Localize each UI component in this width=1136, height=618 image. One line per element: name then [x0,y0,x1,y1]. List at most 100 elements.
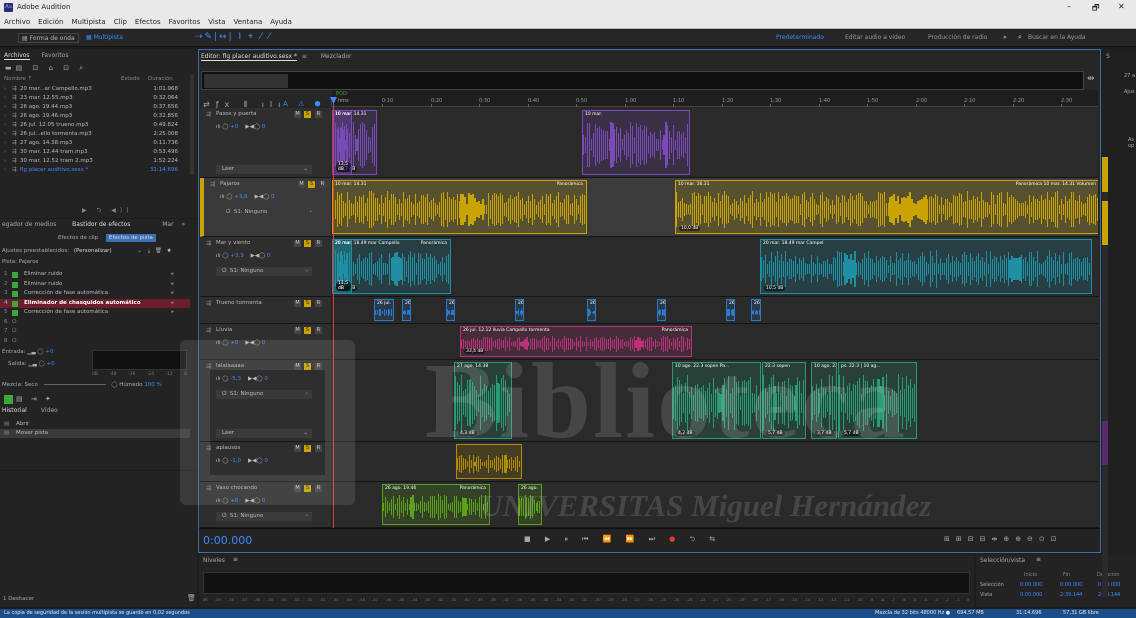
track-header[interactable]: ⇶ Vaso chocando M S Rılı ◯ +0 ▶◀◯ 0 ⏻ S1: Nin… [200,482,331,528]
track-header[interactable]: ⇶ aplausos M S Rılı ◯ -1,0 ▶◀◯ 0 [200,442,331,482]
clip-gain[interactable]: 11,5 dB [336,281,351,291]
audio-clip[interactable]: 10 mar. 14.31 13,5 dB [332,110,352,175]
track-controls[interactable]: ılı ◯ +3,3 ▶◀◯ 0 [216,253,270,259]
pan-value[interactable]: 0 [267,253,271,259]
audio-clip[interactable]: 26 jul. [374,299,394,321]
audio-clip[interactable] [456,444,522,479]
maximize-button[interactable]: 🗗 [1092,2,1100,16]
mute-button[interactable]: M [294,327,301,334]
menu-1[interactable]: Edición [38,18,63,26]
track-expand-icon[interactable]: ⇶ [206,485,211,492]
col-duration[interactable]: Duración [148,76,173,82]
volume-value[interactable]: +0 [230,498,238,504]
audio-clip[interactable]: 26 [402,299,411,321]
track-name[interactable]: lalalaaaaa [216,363,244,369]
chevron-right-icon[interactable]: ▸ [171,280,174,290]
track-lane[interactable]: 10 mar. 14.31 Panorámica 10 mar. 16.31 Pano… [332,178,1098,237]
volume-knob-icon[interactable]: ılı ◯ [216,253,229,259]
menu-6[interactable]: Vista [208,18,225,26]
track-name[interactable]: aplausos [216,445,240,451]
overview-bar[interactable] [201,71,1084,90]
track-controls[interactable]: ılı ◯ -1,0 ▶◀◯ 0 [216,458,268,464]
send-selector[interactable]: ⏻ S1: Ninguno › [216,267,312,276]
more-workspaces-button[interactable]: » [1003,34,1007,41]
solo-button[interactable]: S [304,240,311,247]
record-button[interactable]: R [319,181,326,188]
pan-value[interactable]: 0 [264,376,268,382]
files-transport[interactable]: ▶ ⮌ ◀)) [82,206,133,216]
tab-close-icon[interactable]: ≡ [302,53,307,60]
menu-7[interactable]: Ventana [234,18,263,26]
record-button[interactable]: R [315,300,322,307]
chevron-right-icon[interactable]: ▸ [171,308,174,318]
volume-knob-icon[interactable]: ılı ◯ [216,458,229,464]
track-lane[interactable]: 27 ago. 14.38 4,3 dB 10 ago. 22.3 sopen Pa… [332,360,1098,442]
solo-button[interactable]: S [304,445,311,452]
files-toolbar[interactable]: ▬▤ ⊡ ⌂ ⊡ ⌕ [5,64,87,73]
power-icon[interactable]: ⏻ [12,318,16,328]
solo-button[interactable]: S [304,485,311,492]
undo-count[interactable]: 1 Deshacer [3,596,34,602]
audio-clip[interactable]: 22.3 sopen 5,7 dB [762,362,806,439]
effect-slot[interactable]: 3 Corrección de fase automática ▸ [0,289,190,299]
track-header[interactable]: ⇶ Pajaros M S Rılı ◯ +3,6 ▶◀◯ 0 ⏻ S1: Ninguno… [200,178,331,237]
clip-gain[interactable]: 10,0 dB [679,226,701,231]
record-button[interactable]: R [315,485,322,492]
zoom-nav-icon[interactable]: ⇹ [1087,74,1095,84]
tab-video[interactable]: Vídeo [41,407,58,414]
send-selector[interactable]: ⏻ S1: Ninguno › [216,390,312,399]
track-lane[interactable]: 20 mar. 18.49 mar CampelloPanorámica10,7… [332,237,1098,297]
solo-button[interactable]: S [308,181,315,188]
workspace-radio[interactable]: Producción de radio [928,34,987,41]
record-button[interactable]: R [315,445,322,452]
pan-knob-icon[interactable]: ▶◀◯ [245,124,260,130]
presets-dropdown[interactable]: (Personalizar) [74,248,112,254]
solo-button[interactable]: S [304,300,311,307]
audio-clip[interactable]: 20 mar. 18.49 mar Campel 10,5 dB [760,239,1092,294]
menu-0[interactable]: Archivo [4,18,30,26]
tab-clip-effects[interactable]: Efectos de clip [58,235,98,241]
track-expand-icon[interactable]: ⇶ [206,445,211,452]
clip-gain[interactable]: 5,7 dB [842,431,861,436]
power-icon[interactable] [12,310,18,316]
audio-clip[interactable]: 26 [587,299,596,321]
mute-button[interactable]: M [294,445,301,452]
track-name[interactable]: Mar y viento [216,240,250,246]
history-item[interactable]: ▤ Abrir [0,420,190,429]
volume-knob-icon[interactable]: ılı ◯ [216,124,229,130]
track-header[interactable]: ⇶ Mar y viento M S Rılı ◯ +3,3 ▶◀◯ 0 ⏻ S1: Ni… [200,237,331,297]
clip-gain[interactable]: 3,7 dB [815,431,834,436]
pan-value[interactable]: 0 [271,194,275,200]
tab-history[interactable]: Historial [2,407,27,414]
solo-button[interactable]: S [304,327,311,334]
menu-icon[interactable]: ≡ [233,556,238,563]
audio-clip[interactable]: ps. 22.3 | 10 ag... 5,7 dB [838,362,917,439]
history-item[interactable]: ▤ Mover pista [0,429,190,438]
track-lane[interactable]: 26 jul. 12.12 lluvia Campello tormenta Pa… [332,324,1098,360]
power-icon[interactable] [12,291,18,297]
selection-end[interactable]: 0:00.000 [1060,582,1082,588]
track-name[interactable]: Vaso chocando [216,485,257,491]
close-button[interactable]: ✕ [1118,2,1125,11]
track-header[interactable]: ⇶ lalalaaaaa M S Rılı ◯ -5,3 ▶◀◯ 0 ⏻ S1: Ning… [200,360,331,442]
audio-clip[interactable]: 26 jul. 12.12 lluvia Campello tormenta Pa… [460,326,692,357]
audio-clip[interactable]: 10 mar. 14.31 Panorámica [332,180,587,234]
panel-more-button[interactable]: » [182,221,186,228]
pan-knob-icon[interactable]: ▶◀◯ [245,498,260,504]
track-controls[interactable]: ılı ◯ +0 ▶◀◯ 0 [216,340,265,346]
track-controls[interactable]: ılı ◯ +0 ▶◀◯ 0 [216,498,265,504]
timecode-display[interactable]: 0:00.000 [203,534,252,547]
mix-knob[interactable]: ◯ [111,382,117,388]
audio-clip[interactable]: 20 mar. 18.49 mar Campello Vol... 11,5 dB [332,239,352,294]
tab-effects-rack[interactable]: Bastidor de efectos [72,221,130,228]
effect-slot[interactable]: 5 Corrección de fase automática ▸ [0,308,190,318]
output-value[interactable]: +0 [47,361,55,367]
view-end[interactable]: 2:39.144 [1060,592,1082,598]
effect-slot[interactable]: 2 Eliminar ruido ▸ [0,280,190,290]
clip-gain[interactable]: 10,5 dB [764,286,786,291]
track-lane[interactable]: 26 jul. 26 26 26 26 26 26 26 [332,297,1098,324]
send-selector[interactable]: ⏻ S1: Ninguno › [216,512,312,521]
clip-gain[interactable]: 4,2 dB [676,431,695,436]
file-row[interactable]: › ⇶ 26 jul...ello tormenta.mp3 2:25.008 [0,130,190,139]
chevron-right-icon[interactable]: ▸ [171,270,174,280]
